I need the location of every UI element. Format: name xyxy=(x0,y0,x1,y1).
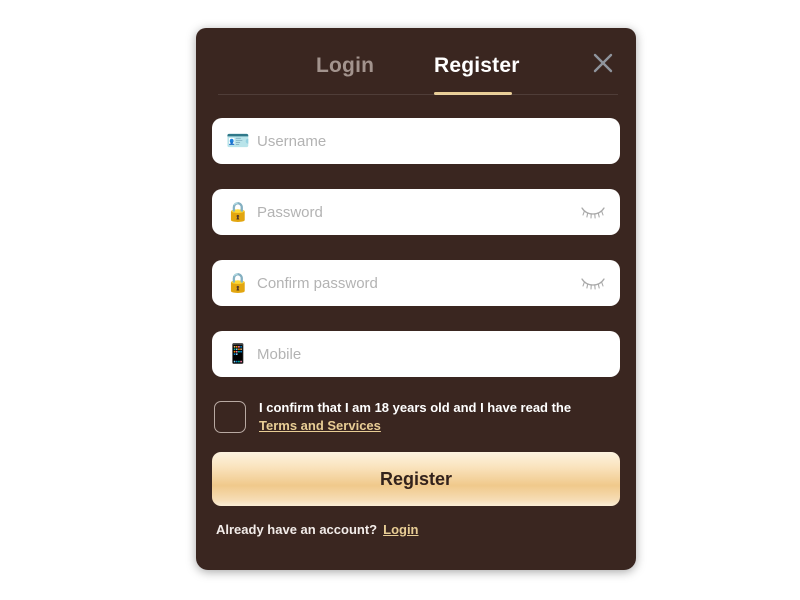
register-button[interactable]: Register xyxy=(212,452,620,506)
tab-register[interactable]: Register xyxy=(434,54,520,87)
confirm-password-visibility-toggle[interactable] xyxy=(576,266,610,300)
register-dialog: Login Register 🪪 🔒 xyxy=(196,28,636,570)
login-link[interactable]: Login xyxy=(383,522,418,537)
age-consent-checkbox[interactable] xyxy=(214,401,246,433)
id-card-icon: 🪪 xyxy=(226,130,250,152)
login-prompt-text: Already have an account? xyxy=(216,522,378,537)
username-field[interactable]: 🪪 xyxy=(212,118,620,164)
age-consent-text-wrap: I confirm that I am 18 years old and I h… xyxy=(259,399,599,435)
confirm-password-field[interactable]: 🔒 xyxy=(212,260,620,306)
mobile-input[interactable] xyxy=(257,331,620,377)
lock-icon: 🔒 xyxy=(226,272,250,294)
username-input[interactable] xyxy=(257,118,620,164)
close-icon xyxy=(590,50,616,76)
mobile-phone-icon: 📱 xyxy=(226,343,250,365)
register-form: 🪪 🔒 xyxy=(212,118,620,537)
close-button[interactable] xyxy=(586,46,620,80)
eye-closed-icon xyxy=(580,204,606,220)
header-divider xyxy=(218,94,618,95)
password-input[interactable] xyxy=(257,189,576,235)
password-field[interactable]: 🔒 xyxy=(212,189,620,235)
mobile-field[interactable]: 📱 xyxy=(212,331,620,377)
confirm-password-input[interactable] xyxy=(257,260,576,306)
age-consent-label: I confirm that I am 18 years old and I h… xyxy=(259,400,572,415)
eye-closed-icon xyxy=(580,275,606,291)
terms-and-services-link[interactable]: Terms and Services xyxy=(259,417,381,434)
tab-login[interactable]: Login xyxy=(316,54,374,78)
lock-icon: 🔒 xyxy=(226,201,250,223)
age-consent-row: I confirm that I am 18 years old and I h… xyxy=(212,399,620,435)
login-prompt-row: Already have an account? Login xyxy=(212,522,620,537)
password-visibility-toggle[interactable] xyxy=(576,195,610,229)
auth-tabs: Login Register xyxy=(196,28,636,96)
